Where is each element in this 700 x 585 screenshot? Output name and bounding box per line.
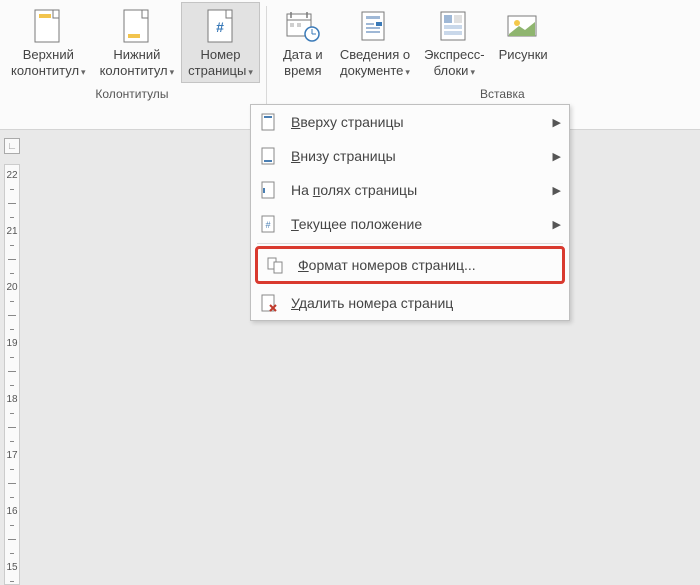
document-info-button[interactable]: Сведения о документе▾ <box>333 2 417 83</box>
footer-icon <box>119 7 155 45</box>
submenu-arrow-icon: ▶ <box>553 116 561 129</box>
submenu-arrow-icon: ▶ <box>553 150 561 163</box>
header-label-2: колонтитул <box>11 63 79 78</box>
page-number-label-2: страницы <box>188 63 246 78</box>
ribbon-separator <box>266 6 267 105</box>
current-position-icon: # <box>259 214 279 234</box>
menu-label: Формат номеров страниц... <box>298 257 554 273</box>
ruler-tick: 20 <box>5 282 19 293</box>
page-top-icon <box>259 112 279 132</box>
menu-item-bottom-of-page[interactable]: Внизу страницы ▶ <box>251 139 569 173</box>
menu-separator <box>257 243 563 244</box>
remove-numbers-icon <box>259 293 279 313</box>
submenu-arrow-icon: ▶ <box>553 218 561 231</box>
svg-text:#: # <box>265 220 270 230</box>
chevron-down-icon: ▾ <box>248 67 253 77</box>
ruler-tick: 15 <box>5 562 19 573</box>
ruler-tick: 19 <box>5 338 19 349</box>
menu-item-format-page-numbers[interactable]: Формат номеров страниц... <box>255 246 565 284</box>
menu-item-remove-page-numbers[interactable]: Удалить номера страниц <box>251 286 569 320</box>
page-number-button[interactable]: # Номер страницы▾ <box>181 2 260 83</box>
menu-item-current-position[interactable]: # Текущее положение ▶ <box>251 207 569 241</box>
menu-item-page-margins[interactable]: На полях страницы ▶ <box>251 173 569 207</box>
date-time-button[interactable]: Дата и время <box>273 2 333 83</box>
ruler-tick: 22 <box>5 170 19 181</box>
chevron-down-icon: ▾ <box>405 67 410 77</box>
ruler-tick: 16 <box>5 506 19 517</box>
header-button[interactable]: Верхний колонтитул▾ <box>4 2 93 83</box>
menu-label: На полях страницы <box>291 182 545 198</box>
menu-label: Удалить номера страниц <box>291 295 561 311</box>
chevron-down-icon: ▾ <box>470 67 475 77</box>
quick-parts-icon <box>436 7 472 45</box>
submenu-arrow-icon: ▶ <box>553 184 561 197</box>
quickparts-label-2: блоки <box>434 63 469 78</box>
page-number-icon: # <box>203 7 239 45</box>
pictures-icon <box>505 7 541 45</box>
quickparts-label-1: Экспресс- <box>424 47 485 62</box>
ruler-corner-icon: ∟ <box>4 138 20 154</box>
date-time-label-1: Дата и <box>283 47 323 62</box>
group-label-headers-footers: Колонтитулы <box>4 83 260 105</box>
pictures-label-1: Рисунки <box>499 47 548 62</box>
pictures-button[interactable]: Рисунки <box>492 2 555 83</box>
svg-text:#: # <box>216 19 224 35</box>
ruler-tick: 21 <box>5 226 19 237</box>
menu-label: Вверху страницы <box>291 114 545 130</box>
header-label-1: Верхний <box>23 47 74 62</box>
page-number-dropdown: Вверху страницы ▶ Внизу страницы ▶ На по… <box>250 104 570 321</box>
group-label-insert: Вставка <box>273 83 555 105</box>
ruler-tick: 18 <box>5 394 19 405</box>
format-numbers-icon <box>266 255 286 275</box>
ruler-tick: 17 <box>5 450 19 461</box>
date-time-icon <box>285 7 321 45</box>
page-number-label-1: Номер <box>200 47 240 62</box>
quick-parts-button[interactable]: Экспресс- блоки▾ <box>417 2 492 83</box>
menu-label: Текущее положение <box>291 216 545 232</box>
footer-label-2: колонтитул <box>100 63 168 78</box>
ribbon-group-headers-footers: Верхний колонтитул▾ Нижний колонтитул▾ #… <box>0 0 264 129</box>
chevron-down-icon: ▾ <box>170 67 175 77</box>
page-bottom-icon <box>259 146 279 166</box>
date-time-label-2: время <box>284 63 321 78</box>
docinfo-label-1: Сведения о <box>340 47 410 62</box>
menu-label: Внизу страницы <box>291 148 545 164</box>
footer-button[interactable]: Нижний колонтитул▾ <box>93 2 182 83</box>
docinfo-label-2: документе <box>340 63 403 78</box>
vertical-ruler[interactable]: 22 21 20 19 18 17 16 15 <box>4 164 20 585</box>
header-icon <box>30 7 66 45</box>
chevron-down-icon: ▾ <box>81 67 86 77</box>
menu-item-top-of-page[interactable]: Вверху страницы ▶ <box>251 105 569 139</box>
footer-label-1: Нижний <box>113 47 160 62</box>
page-margin-icon <box>259 180 279 200</box>
document-info-icon <box>357 7 393 45</box>
